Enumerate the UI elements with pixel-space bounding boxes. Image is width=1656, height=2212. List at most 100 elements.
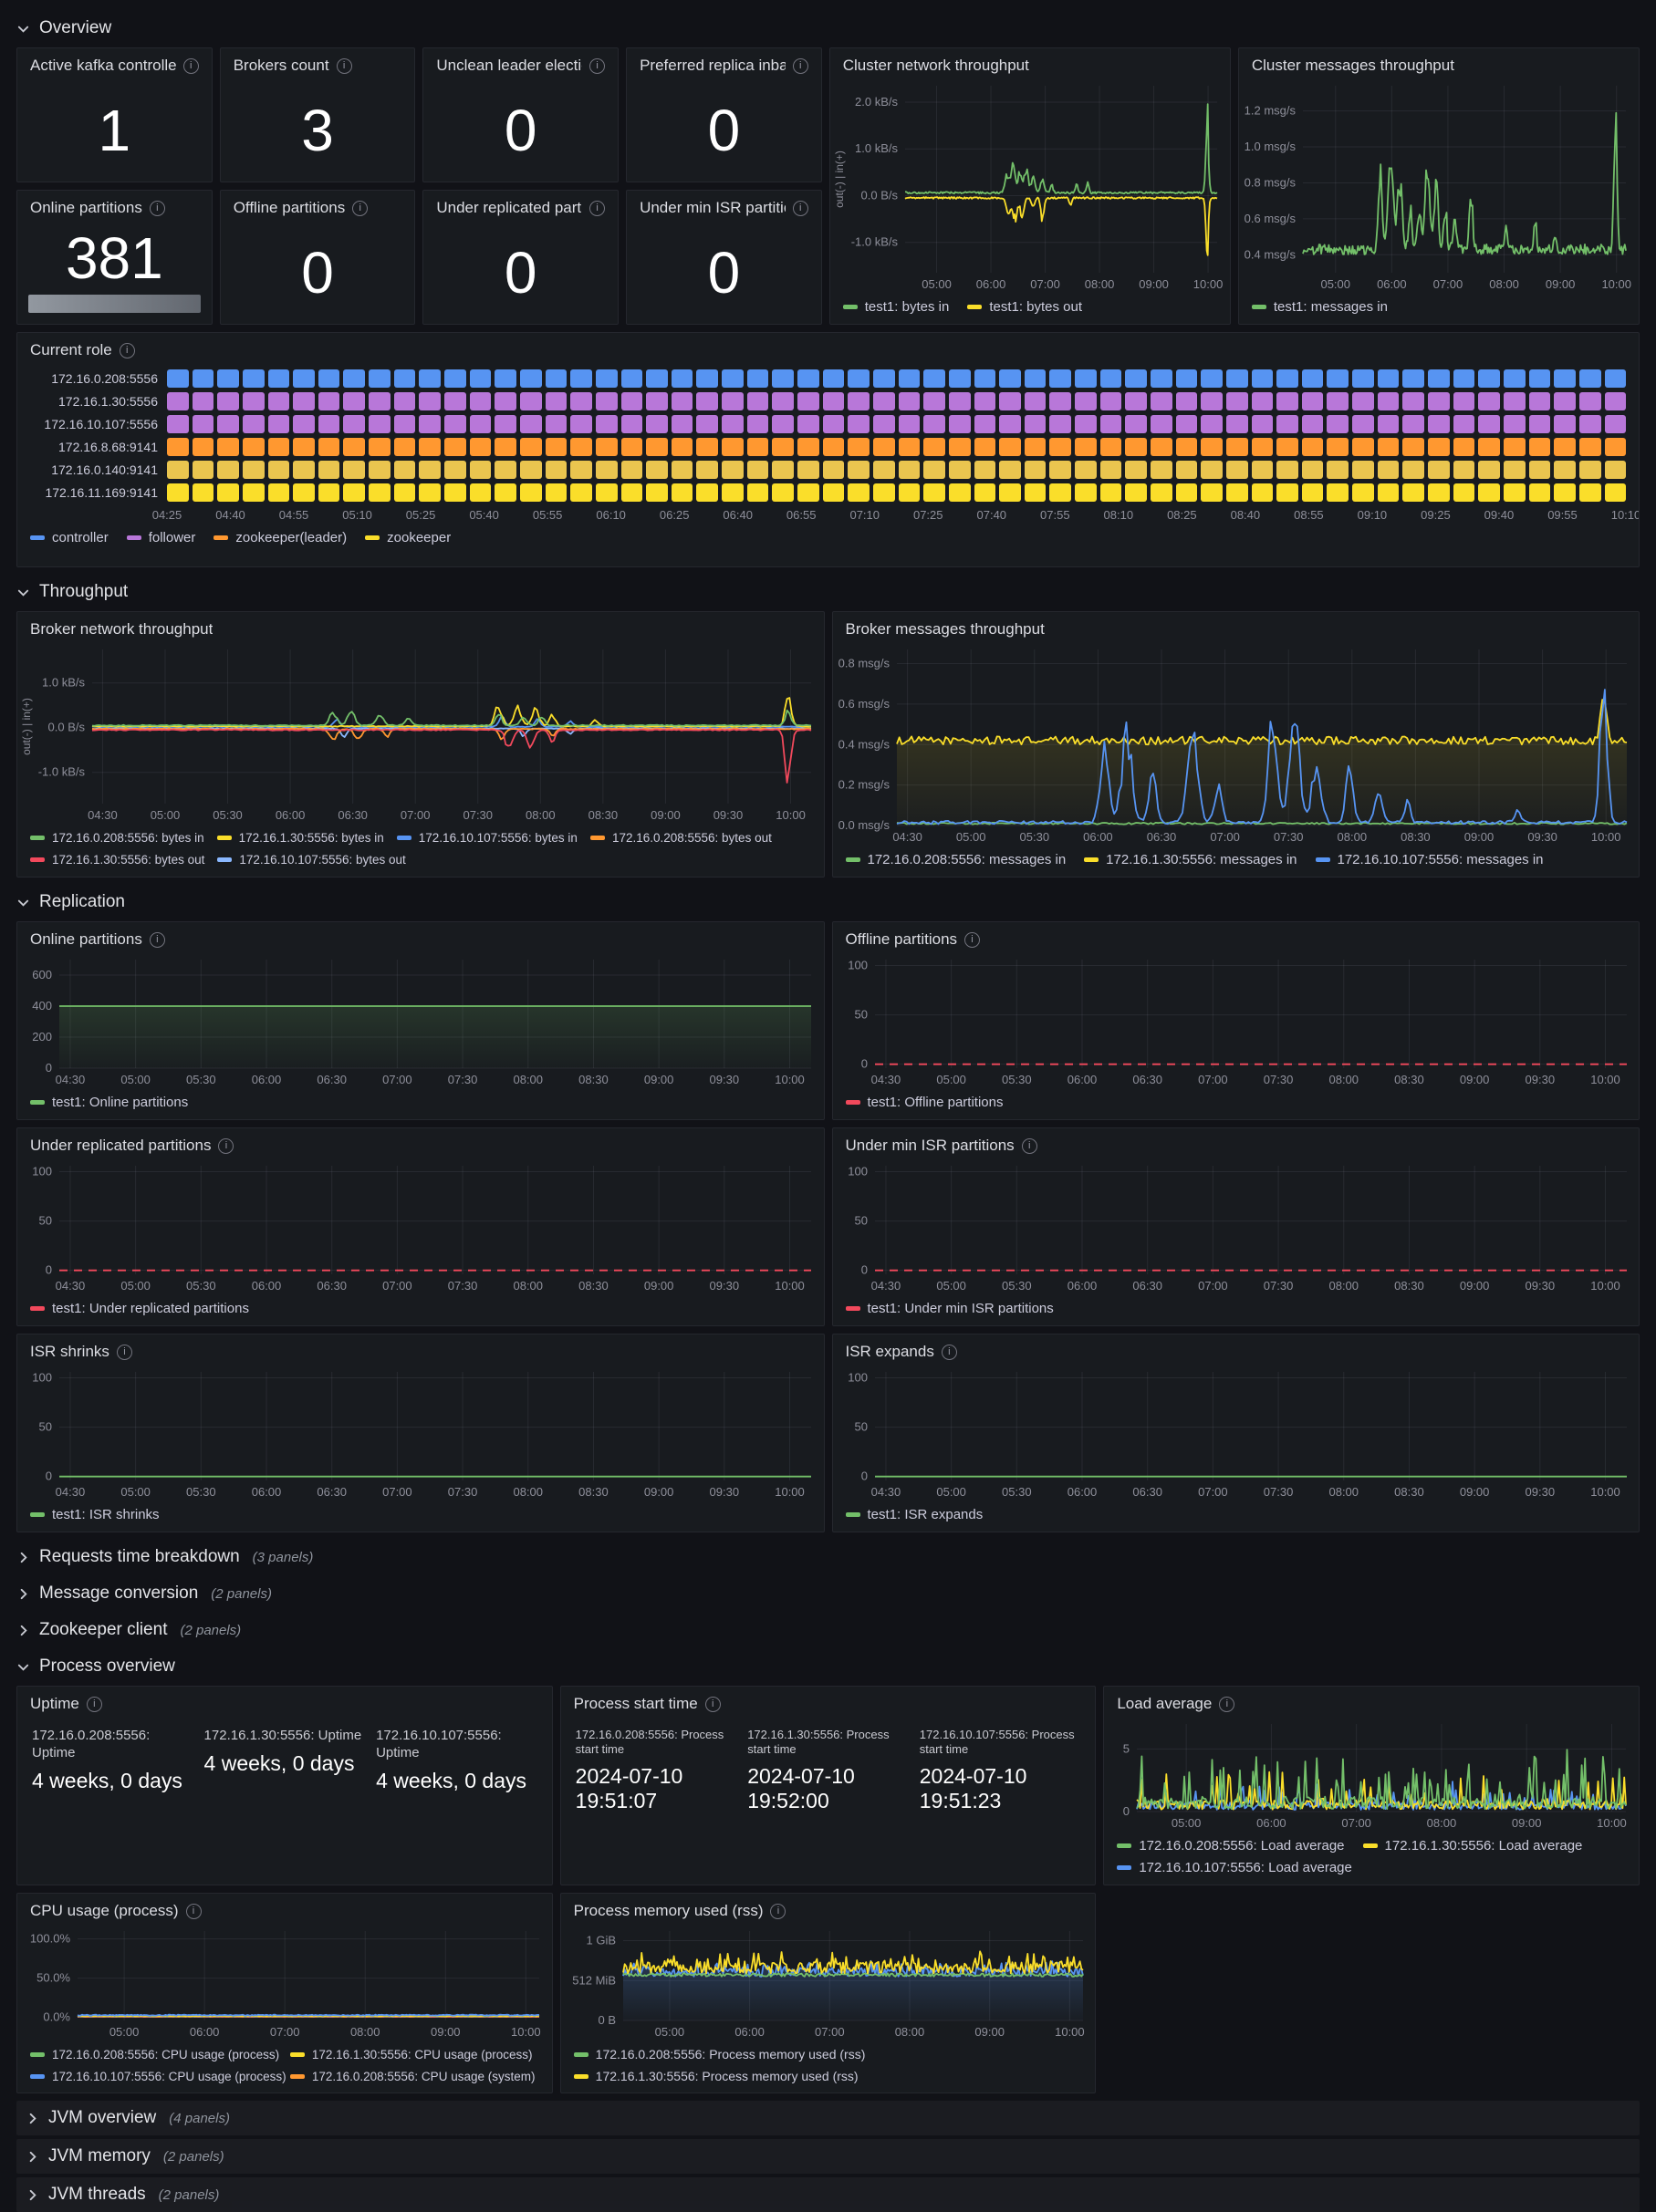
info-icon[interactable] bbox=[589, 201, 605, 216]
panel-header[interactable]: Process memory used (rss) bbox=[561, 1894, 1096, 1924]
panel-header[interactable]: Current role bbox=[17, 333, 1639, 363]
legend-item[interactable]: 172.16.0.208:5556: CPU usage (system) bbox=[290, 2067, 541, 2086]
legend-item[interactable]: 172.16.1.30:5556: CPU usage (process) bbox=[290, 2045, 541, 2064]
panel-header[interactable]: Under min ISR partitions bbox=[833, 1128, 1640, 1158]
info-icon[interactable] bbox=[705, 1697, 721, 1712]
section-jvm-overview[interactable]: JVM overview (4 panels) bbox=[16, 2101, 1640, 2135]
state-cell bbox=[1478, 438, 1500, 456]
legend-item[interactable]: controller bbox=[30, 528, 109, 547]
panel-header[interactable]: Process start time bbox=[561, 1687, 1096, 1717]
info-icon[interactable] bbox=[120, 343, 135, 358]
legend-item[interactable]: 172.16.0.208:5556: bytes in bbox=[30, 828, 204, 847]
panel-header[interactable]: Online partitions bbox=[17, 191, 212, 221]
info-icon[interactable] bbox=[942, 1345, 957, 1360]
info-icon[interactable] bbox=[150, 201, 165, 216]
legend-item[interactable]: 172.16.1.30:5556: Load average bbox=[1363, 1836, 1583, 1855]
section-requests-time-breakdown[interactable]: Requests time breakdown (3 panels) bbox=[16, 1540, 1640, 1574]
panel-header[interactable]: Offline partitions bbox=[221, 191, 415, 221]
state-cell bbox=[1378, 369, 1400, 388]
info-icon[interactable] bbox=[1022, 1138, 1037, 1154]
legend-item[interactable]: test1: Offline partitions bbox=[846, 1093, 1004, 1112]
info-icon[interactable] bbox=[770, 1904, 786, 1919]
legend-item[interactable]: 172.16.10.107:5556: CPU usage (system) bbox=[290, 2089, 541, 2093]
panel-process-memory-rss: Process memory used (rss) 05:0006:0007:0… bbox=[560, 1893, 1097, 2093]
panel-header[interactable]: Under replicated parti bbox=[423, 191, 618, 221]
legend-item[interactable]: 172.16.0.208:5556: Process memory used (… bbox=[574, 2045, 1085, 2064]
panel-header[interactable]: Preferred replica inbal bbox=[627, 48, 821, 78]
legend-item[interactable]: 172.16.0.208:5556: bytes out bbox=[590, 828, 772, 847]
info-icon[interactable] bbox=[337, 58, 352, 74]
info-icon[interactable] bbox=[793, 201, 808, 216]
legend-item[interactable]: 172.16.10.107:5556: CPU usage (process) bbox=[30, 2067, 281, 2086]
legend-item[interactable]: test1: bytes in bbox=[843, 297, 950, 317]
info-icon[interactable] bbox=[218, 1138, 234, 1154]
timeline-track[interactable] bbox=[167, 461, 1626, 479]
state-cell bbox=[217, 415, 239, 433]
panel-header[interactable]: Active kafka controller bbox=[17, 48, 212, 78]
info-icon[interactable] bbox=[117, 1345, 132, 1360]
info-icon[interactable] bbox=[87, 1697, 102, 1712]
legend-item[interactable]: 172.16.0.208:5556: CPU usage (process) bbox=[30, 2045, 281, 2064]
panel-header[interactable]: CPU usage (process) bbox=[17, 1894, 552, 1924]
legend-item[interactable]: 172.16.10.107:5556: bytes in bbox=[397, 828, 578, 847]
legend-item[interactable]: 172.16.1.30:5556: messages in bbox=[1084, 850, 1297, 869]
timeline-track[interactable] bbox=[167, 392, 1626, 410]
legend-item[interactable]: 172.16.0.208:5556: Load average bbox=[1117, 1836, 1344, 1855]
state-cell bbox=[999, 415, 1021, 433]
info-icon[interactable] bbox=[964, 932, 980, 948]
legend-item[interactable]: test1: Online partitions bbox=[30, 1093, 188, 1112]
timeline-track[interactable] bbox=[167, 415, 1626, 433]
panel-header[interactable]: Uptime bbox=[17, 1687, 552, 1717]
section-throughput[interactable]: Throughput bbox=[16, 575, 1640, 609]
info-icon[interactable] bbox=[352, 201, 368, 216]
info-icon[interactable] bbox=[1219, 1697, 1234, 1712]
section-message-conversion[interactable]: Message conversion (2 panels) bbox=[16, 1576, 1640, 1611]
legend-item[interactable]: test1: ISR expands bbox=[846, 1505, 984, 1524]
panel-header[interactable]: Offline partitions bbox=[833, 922, 1640, 952]
legend-item[interactable]: test1: ISR shrinks bbox=[30, 1505, 160, 1524]
panel-header[interactable]: Broker messages throughput bbox=[833, 612, 1640, 642]
legend-item[interactable]: 172.16.10.107:5556: Process memory used … bbox=[574, 2089, 1085, 2093]
panel-header[interactable]: ISR expands bbox=[833, 1334, 1640, 1365]
panel-header[interactable]: Cluster network throughput bbox=[830, 48, 1230, 78]
panel-header[interactable]: Brokers count bbox=[221, 48, 415, 78]
panel-header[interactable]: Broker network throughput bbox=[17, 612, 824, 642]
legend-item[interactable]: test1: bytes out bbox=[967, 297, 1082, 317]
legend-item[interactable]: 172.16.10.107:5556: bytes out bbox=[217, 850, 405, 869]
legend-item[interactable]: zookeeper bbox=[365, 528, 451, 547]
section-jvm-threads[interactable]: JVM threads (2 panels) bbox=[16, 2177, 1640, 2212]
section-replication[interactable]: Replication bbox=[16, 885, 1640, 919]
svg-text:05:30: 05:30 bbox=[1002, 1279, 1032, 1293]
info-icon[interactable] bbox=[793, 58, 808, 74]
section-overview[interactable]: Overview bbox=[16, 11, 1640, 46]
info-icon[interactable] bbox=[589, 58, 605, 74]
panel-header[interactable]: Online partitions bbox=[17, 922, 824, 952]
timeline-track[interactable] bbox=[167, 483, 1626, 502]
legend-item[interactable]: 172.16.1.30:5556: CPU usage (system) bbox=[30, 2089, 281, 2093]
section-zookeeper-client[interactable]: Zookeeper client (2 panels) bbox=[16, 1613, 1640, 1647]
panel-header[interactable]: Load average bbox=[1104, 1687, 1639, 1717]
panel-header[interactable]: Cluster messages throughput bbox=[1239, 48, 1639, 78]
info-icon[interactable] bbox=[183, 58, 199, 74]
info-icon[interactable] bbox=[186, 1904, 202, 1919]
legend-item[interactable]: 172.16.10.107:5556: Load average bbox=[1117, 1858, 1352, 1877]
legend-item[interactable]: test1: Under replicated partitions bbox=[30, 1299, 249, 1318]
info-icon[interactable] bbox=[150, 932, 165, 948]
panel-header[interactable]: Unclean leader electio bbox=[423, 48, 618, 78]
legend-item[interactable]: 172.16.1.30:5556: bytes in bbox=[217, 828, 384, 847]
legend-item[interactable]: zookeeper(leader) bbox=[214, 528, 347, 547]
legend-item[interactable]: test1: messages in bbox=[1252, 297, 1388, 317]
panel-header[interactable]: Under min ISR partitio bbox=[627, 191, 821, 221]
legend-item[interactable]: follower bbox=[127, 528, 196, 547]
legend-item[interactable]: test1: Under min ISR partitions bbox=[846, 1299, 1054, 1318]
legend-item[interactable]: 172.16.10.107:5556: messages in bbox=[1316, 850, 1544, 869]
section-jvm-memory[interactable]: JVM memory (2 panels) bbox=[16, 2139, 1640, 2174]
legend-item[interactable]: 172.16.0.208:5556: messages in bbox=[846, 850, 1067, 869]
section-process-overview[interactable]: Process overview bbox=[16, 1649, 1640, 1684]
legend-item[interactable]: 172.16.1.30:5556: Process memory used (r… bbox=[574, 2067, 1085, 2086]
timeline-track[interactable] bbox=[167, 369, 1626, 388]
timeline-track[interactable] bbox=[167, 438, 1626, 456]
panel-header[interactable]: ISR shrinks bbox=[17, 1334, 824, 1365]
panel-header[interactable]: Under replicated partitions bbox=[17, 1128, 824, 1158]
legend-item[interactable]: 172.16.1.30:5556: bytes out bbox=[30, 850, 204, 869]
